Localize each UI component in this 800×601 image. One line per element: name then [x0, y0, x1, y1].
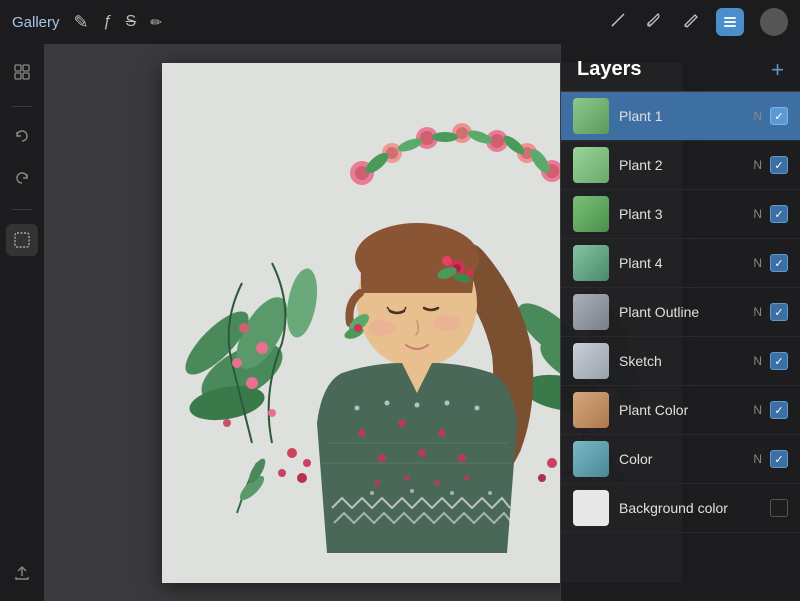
layer-thumbnail — [573, 147, 609, 183]
layer-visibility-checkbox[interactable] — [770, 499, 788, 517]
layer-visibility-checkbox[interactable] — [770, 156, 788, 174]
pencil-tool-icon[interactable] — [680, 10, 700, 35]
layer-blend-mode[interactable]: N — [753, 256, 762, 270]
smudge-icon[interactable]: S — [126, 13, 137, 31]
layer-visibility-checkbox[interactable] — [770, 254, 788, 272]
adjust-icon[interactable]: ƒ — [103, 13, 112, 31]
layer-visibility-checkbox[interactable] — [770, 107, 788, 125]
layer-visibility-checkbox[interactable] — [770, 450, 788, 468]
layer-thumbnail — [573, 441, 609, 477]
layer-visibility-checkbox[interactable] — [770, 303, 788, 321]
layer-thumbnail — [573, 245, 609, 281]
layer-name: Color — [619, 451, 753, 467]
layer-name: Sketch — [619, 353, 753, 369]
toolbar-right — [608, 8, 788, 36]
toolbar-left: Gallery ✎ ƒ S ✏ — [12, 12, 162, 33]
layer-name: Plant 4 — [619, 255, 753, 271]
layer-blend-mode[interactable]: N — [753, 109, 762, 123]
layer-name: Plant Color — [619, 402, 753, 418]
layers-header: Layers + — [561, 44, 800, 92]
brush-tool-icon[interactable] — [644, 10, 664, 35]
layer-name: Plant 2 — [619, 157, 753, 173]
layers-panel: Layers + Plant 1NPlant 2NPlant 3NPlant 4… — [560, 44, 800, 601]
layer-name: Background color — [619, 500, 770, 516]
sidebar-divider-1 — [12, 106, 32, 107]
layer-blend-mode[interactable]: N — [753, 452, 762, 466]
layer-thumbnail — [573, 392, 609, 428]
layer-item[interactable]: Plant 3N — [561, 190, 800, 239]
undo-icon[interactable] — [6, 121, 38, 153]
layer-item[interactable]: Plant OutlineN — [561, 288, 800, 337]
layer-blend-mode[interactable]: N — [753, 305, 762, 319]
left-sidebar — [0, 44, 44, 601]
layer-item[interactable]: Plant ColorN — [561, 386, 800, 435]
toolbar: Gallery ✎ ƒ S ✏ — [0, 0, 800, 44]
layers-button[interactable] — [716, 8, 744, 36]
layer-item[interactable]: Background color — [561, 484, 800, 533]
redo-icon[interactable] — [6, 163, 38, 195]
sidebar-divider-2 — [12, 209, 32, 210]
layer-thumbnail — [573, 98, 609, 134]
layer-name: Plant Outline — [619, 304, 753, 320]
export-icon[interactable] — [6, 557, 38, 589]
layer-thumbnail — [573, 294, 609, 330]
layers-list: Plant 1NPlant 2NPlant 3NPlant 4NPlant Ou… — [561, 92, 800, 601]
layer-blend-mode[interactable]: N — [753, 354, 762, 368]
layer-visibility-checkbox[interactable] — [770, 205, 788, 223]
layer-item[interactable]: Plant 1N — [561, 92, 800, 141]
gallery-button[interactable]: Gallery — [12, 14, 60, 31]
layer-thumbnail — [573, 196, 609, 232]
layer-visibility-checkbox[interactable] — [770, 352, 788, 370]
layer-name: Plant 1 — [619, 108, 753, 124]
layer-blend-mode[interactable]: N — [753, 158, 762, 172]
layer-name: Plant 3 — [619, 206, 753, 222]
layer-item[interactable]: Plant 2N — [561, 141, 800, 190]
layer-blend-mode[interactable]: N — [753, 207, 762, 221]
modify-icon[interactable]: ✎ — [74, 12, 89, 33]
layer-item[interactable]: SketchN — [561, 337, 800, 386]
avatar[interactable] — [760, 8, 788, 36]
layer-thumbnail — [573, 343, 609, 379]
layers-add-button[interactable]: + — [771, 59, 784, 81]
layer-visibility-checkbox[interactable] — [770, 401, 788, 419]
layers-title: Layers — [577, 58, 642, 81]
layer-item[interactable]: Plant 4N — [561, 239, 800, 288]
layer-blend-mode[interactable]: N — [753, 403, 762, 417]
pen-tool-icon[interactable] — [608, 10, 628, 35]
layer-thumbnail — [573, 490, 609, 526]
selection-tool-icon[interactable] — [6, 224, 38, 256]
layer-item[interactable]: ColorN — [561, 435, 800, 484]
eraser-icon[interactable]: ✏ — [150, 14, 162, 31]
modifications-icon[interactable] — [6, 56, 38, 88]
